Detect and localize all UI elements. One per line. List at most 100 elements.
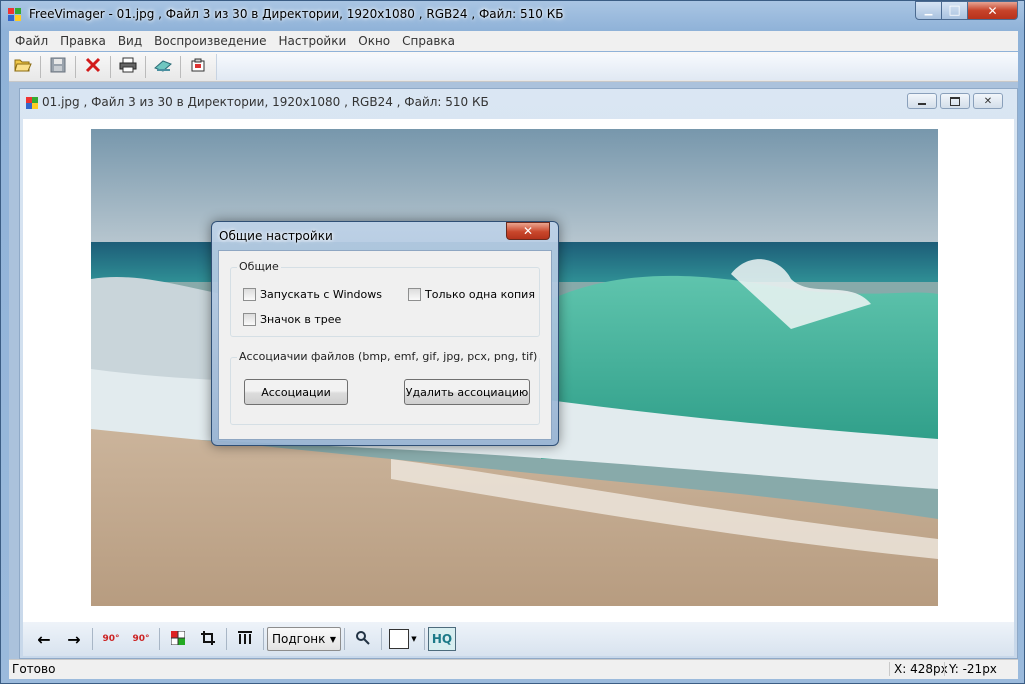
toolbar-separator [344,628,345,650]
magnifier-icon [355,630,371,649]
toolbar-separator [145,55,146,78]
start-with-windows-checkbox[interactable]: Запускать с Windows [243,288,382,301]
toolbar-separator [92,628,93,650]
arrow-right-icon: → [67,629,81,649]
open-button[interactable] [9,54,37,80]
child-restore-button[interactable] [940,93,970,109]
tray-icon-checkbox[interactable]: Значок в трее [243,313,341,326]
background-color-button[interactable]: ▼ [385,626,421,652]
single-instance-checkbox[interactable]: Только одна копия [408,288,535,301]
dialog-body: Общие Запускать с Windows Только одна ко… [218,250,552,440]
high-quality-toggle[interactable]: HQ [428,627,456,651]
image-toolbar: ← → 90° 90° Подгонк ▼ ▼ HQ [23,622,1014,656]
capture-button[interactable] [184,54,212,80]
restore-icon [950,96,960,106]
toolbar-separator [180,55,181,78]
general-group: Общие Запускать с Windows Только одна ко… [230,260,540,337]
menu-bar: Файл Правка Вид Воспроизведение Настройк… [9,31,1018,51]
toolbar-separator [424,628,425,650]
color-swatch-icon [389,629,410,649]
toolbar-separator [226,628,227,650]
scan-icon [154,57,172,76]
close-icon: ✕ [522,224,534,238]
print-icon [119,57,137,76]
print-button[interactable] [114,54,142,80]
dialog-close-button[interactable]: ✕ [506,222,550,240]
associate-button-label: Ассоциации [261,385,331,399]
delete-icon [85,57,101,76]
zoom-mode-value: Подгонк [272,632,326,646]
file-associations-group-label: Ассоциачии файлов (bmp, emf, gif, jpg, p… [237,350,540,363]
rotate-right-button[interactable]: 90° [126,626,156,652]
checkbox-icon [243,313,256,326]
toolbar-separator [110,55,111,78]
document-title: 01.jpg , Файл 3 из 30 в Директории, 1920… [42,95,489,109]
minimize-icon: ▁ [924,5,933,16]
save-button[interactable] [44,54,72,80]
menu-view[interactable]: Вид [112,34,148,48]
levels-button[interactable] [230,626,260,652]
rotate-right-icon: 90° [132,634,150,644]
close-icon: ✕ [983,95,993,107]
zoom-mode-select[interactable]: Подгонк ▼ [267,627,341,651]
menu-playback[interactable]: Воспроизведение [148,34,272,48]
menu-window[interactable]: Окно [352,34,396,48]
checkbox-icon [243,288,256,301]
toolbar-separator [75,55,76,78]
delete-button[interactable] [79,54,107,80]
maximize-button[interactable]: □ [941,1,968,20]
rotate-left-icon: 90° [102,634,120,644]
child-close-button[interactable]: ✕ [973,93,1003,109]
general-group-label: Общие [237,260,281,273]
associate-button[interactable]: Ассоциации [244,379,348,405]
crop-button[interactable] [193,626,223,652]
menu-help[interactable]: Справка [396,34,461,48]
scan-button[interactable] [149,54,177,80]
main-toolbar [9,52,1018,82]
cursor-y-readout: Y: -21px [944,662,997,676]
checkbox-label: Значок в трее [260,313,342,326]
close-icon: ✕ [987,3,998,18]
title-bar[interactable]: FreeVimager - 01.jpg , Файл 3 из 30 в Ди… [1,1,1024,29]
child-minimize-button[interactable] [907,93,937,109]
color-adjust-button[interactable] [163,626,193,652]
zoom-button[interactable] [348,626,378,652]
minimize-button[interactable]: ▁ [915,1,942,20]
previous-image-button[interactable]: ← [29,626,59,652]
toolbar-separator [40,55,41,78]
arrow-left-icon: ← [37,629,51,649]
checkbox-label: Только одна копия [425,288,535,301]
rotate-left-button[interactable]: 90° [96,626,126,652]
checkbox-icon [408,288,421,301]
status-bar: Готово X: 428px Y: -21px [9,659,1018,679]
remove-association-button[interactable]: Удалить ассоциацию [404,379,530,405]
toolbar-separator [159,628,160,650]
image-file-icon [25,96,39,110]
hq-label: HQ [431,632,453,646]
levels-icon [237,630,253,649]
window-title: FreeVimager - 01.jpg , Файл 3 из 30 в Ди… [29,7,564,21]
next-image-button[interactable]: → [59,626,89,652]
colors-icon [170,630,186,648]
minimize-icon [918,102,926,105]
general-settings-dialog: Общие настройки ✕ Общие Запускать с Wind… [211,221,559,446]
save-icon [50,57,66,76]
maximize-icon: □ [948,3,961,18]
remove-association-button-label: Удалить ассоциацию [405,385,529,399]
close-button[interactable]: ✕ [967,1,1018,20]
menu-settings[interactable]: Настройки [272,34,352,48]
menu-edit[interactable]: Правка [54,34,112,48]
file-associations-group: Ассоциачии файлов (bmp, emf, gif, jpg, p… [230,350,540,425]
dialog-title: Общие настройки [219,229,333,243]
menu-file[interactable]: Файл [9,34,54,48]
open-folder-icon [14,57,32,76]
cursor-x-readout: X: 428px [889,662,948,676]
chevron-down-icon: ▼ [329,634,336,644]
app-logo-icon [7,6,23,22]
toolbar-spacer [216,53,1018,80]
status-text: Готово [12,662,56,676]
chevron-down-icon: ▼ [411,635,417,643]
toolbar-separator [381,628,382,650]
capture-icon [190,57,206,76]
crop-icon [200,630,216,649]
